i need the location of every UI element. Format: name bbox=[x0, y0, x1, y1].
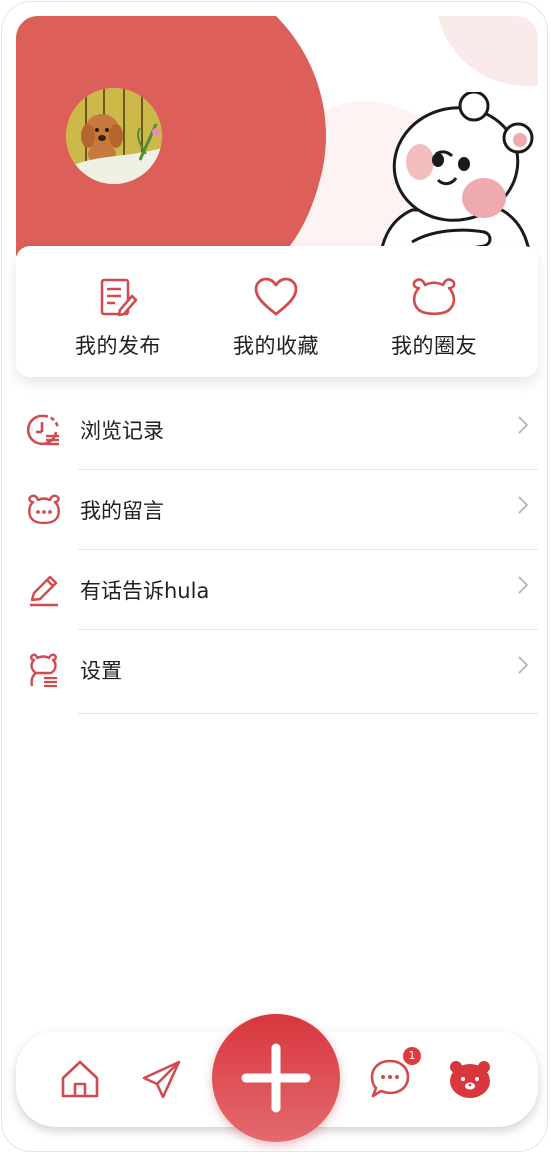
menu-feedback-label: 有话告诉hula bbox=[80, 579, 210, 603]
quick-my-favorites-label: 我的收藏 bbox=[233, 334, 319, 358]
chevron-right-icon bbox=[518, 496, 529, 514]
chevron-right-icon bbox=[518, 416, 529, 434]
bear-face-icon bbox=[412, 278, 456, 316]
quick-my-posts-label: 我的发布 bbox=[75, 334, 161, 358]
settings-bear-icon bbox=[30, 653, 57, 688]
quick-my-posts[interactable]: 我的发布 bbox=[48, 276, 188, 360]
heart-icon bbox=[254, 277, 298, 316]
edit-document-icon bbox=[100, 278, 138, 317]
profile-bear-icon[interactable] bbox=[446, 1057, 494, 1101]
quick-my-favorites[interactable]: 我的收藏 bbox=[206, 276, 346, 360]
history-clock-icon bbox=[26, 414, 60, 446]
plus-icon bbox=[241, 1043, 311, 1113]
settings-menu: 浏览记录 我的留言 有话告诉hula 设置 bbox=[16, 390, 538, 714]
phone-frame: 我的发布 我的收藏 我的圈友 浏览记录 我的留言 有话告诉hula 设置 1 bbox=[1, 1, 548, 1152]
chevron-right-icon bbox=[518, 656, 529, 674]
menu-browse-history-label: 浏览记录 bbox=[80, 419, 164, 443]
poodle-avatar bbox=[66, 88, 162, 184]
quick-my-friends[interactable]: 我的圈友 bbox=[364, 276, 504, 360]
send-icon[interactable] bbox=[140, 1057, 184, 1101]
menu-feedback[interactable]: 有话告诉hula bbox=[16, 550, 538, 630]
user-avatar[interactable] bbox=[66, 88, 162, 184]
quick-my-friends-label: 我的圈友 bbox=[391, 334, 477, 358]
quick-actions-card: 我的发布 我的收藏 我的圈友 bbox=[16, 246, 538, 377]
message-icon[interactable] bbox=[368, 1057, 412, 1101]
home-icon[interactable] bbox=[58, 1057, 102, 1101]
menu-my-messages-label: 我的留言 bbox=[80, 499, 164, 523]
menu-settings-label: 设置 bbox=[80, 659, 122, 683]
menu-settings[interactable]: 设置 bbox=[16, 630, 538, 714]
menu-divider bbox=[78, 713, 538, 714]
menu-browse-history[interactable]: 浏览记录 bbox=[16, 390, 538, 470]
bear-chat-icon bbox=[28, 494, 60, 525]
message-badge: 1 bbox=[403, 1047, 421, 1065]
menu-my-messages[interactable]: 我的留言 bbox=[16, 470, 538, 550]
create-post-button[interactable] bbox=[212, 1014, 340, 1142]
chevron-right-icon bbox=[518, 576, 529, 594]
profile-header bbox=[16, 16, 538, 276]
pencil-icon bbox=[30, 575, 58, 607]
